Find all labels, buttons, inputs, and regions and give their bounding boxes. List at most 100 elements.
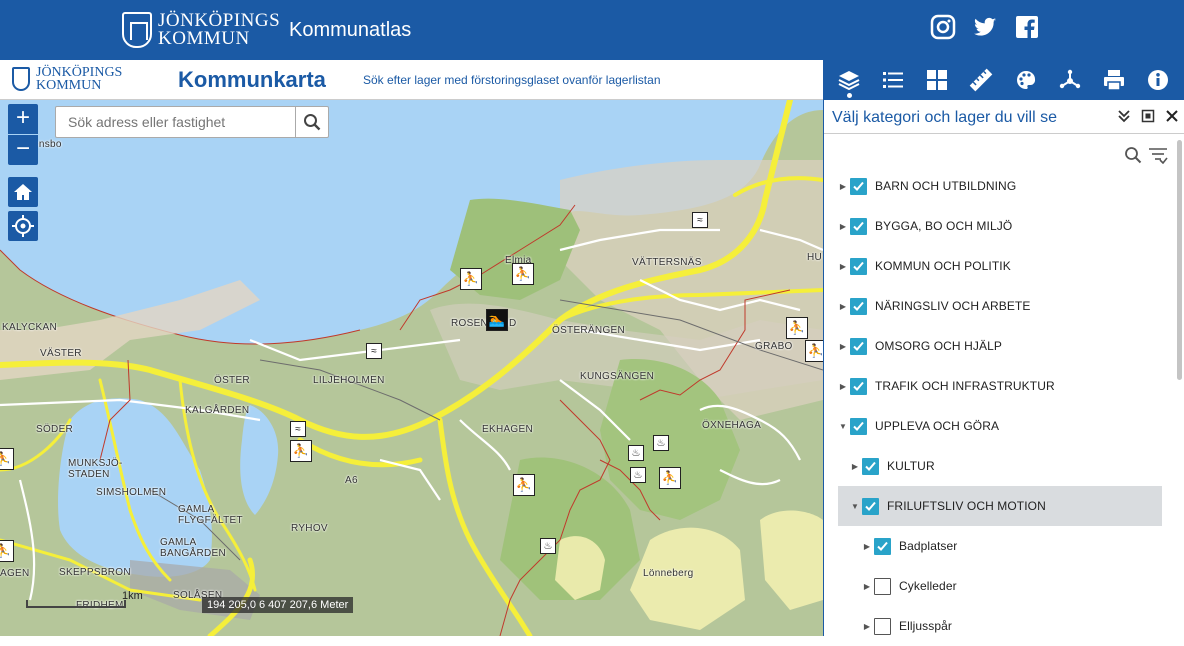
panel-controls	[1117, 109, 1179, 123]
sports-field-icon[interactable]: ⛹	[460, 268, 482, 290]
measure-ruler-icon[interactable]	[967, 65, 995, 95]
sports-field-icon[interactable]: ⛹	[512, 263, 534, 285]
layer-item[interactable]: ▶ BYGGA, BO OCH MILJÖ	[838, 206, 1162, 246]
panel-scrollbar[interactable]	[1177, 140, 1182, 380]
locate-button[interactable]	[8, 211, 38, 241]
search-hint: Sök efter lager med förstoringsglaset ov…	[363, 73, 661, 87]
map-label: HU	[807, 252, 823, 263]
layer-item[interactable]: ▶ OMSORG OCH HJÄLP	[838, 326, 1162, 366]
layer-checkbox[interactable]	[874, 537, 891, 555]
map-label: MUNKSJÖ-	[68, 458, 123, 469]
search-button[interactable]	[295, 107, 328, 137]
info-icon[interactable]	[1144, 65, 1172, 95]
layer-item[interactable]: ▶ Cykelleder	[838, 566, 1162, 606]
campfire-icon[interactable]: ♨	[653, 435, 669, 451]
layer-checkbox[interactable]	[850, 297, 867, 315]
small-logo-text: JÖNKÖPINGS KOMMUN	[36, 66, 122, 93]
layer-item[interactable]: ▶ NÄRINGSLIV OCH ARBETE	[838, 286, 1162, 326]
layer-checkbox[interactable]	[850, 177, 867, 195]
layer-item[interactable]: ▼ FRILUFTSLIV OCH MOTION	[838, 486, 1162, 526]
layer-checkbox[interactable]	[862, 457, 879, 475]
search-icon	[304, 114, 321, 131]
zoom-in-button[interactable]: +	[8, 104, 38, 134]
expand-right-icon[interactable]: ▶	[838, 382, 848, 391]
zoom-out-button[interactable]: −	[8, 135, 38, 165]
layer-item[interactable]: ▶ KULTUR	[838, 446, 1162, 486]
checkmark-icon	[853, 221, 864, 231]
palette-icon[interactable]	[1012, 65, 1040, 95]
crest-small-icon	[12, 67, 30, 91]
map-view[interactable]: ensbo KALYCKAN VÄSTER ÖSTER LILJEHOLMEN …	[0, 100, 823, 636]
layer-checkbox[interactable]	[850, 417, 867, 435]
layer-checkbox[interactable]	[874, 617, 891, 635]
layers-icon[interactable]	[835, 65, 863, 98]
campfire-icon[interactable]: ♨	[630, 467, 646, 483]
bathing-place-icon[interactable]: ≈	[692, 212, 708, 228]
layer-item[interactable]: ▶ BARN OCH UTBILDNING	[838, 166, 1162, 206]
map-label: LILJEHOLMEN	[313, 375, 385, 386]
twitter-icon[interactable]	[972, 14, 998, 40]
maximize-icon[interactable]	[1141, 109, 1155, 123]
sports-field-icon[interactable]: ⛹	[786, 317, 808, 339]
jonkoping-logo[interactable]: JÖNKÖPINGS KOMMUN	[122, 11, 280, 49]
layer-checkbox[interactable]	[862, 497, 879, 515]
expand-right-icon[interactable]: ▶	[862, 542, 872, 551]
map-label: SÖDER	[36, 424, 74, 435]
basemap-grid-icon[interactable]	[923, 65, 951, 95]
close-icon[interactable]	[1165, 109, 1179, 123]
expand-down-icon[interactable]: ▼	[850, 502, 860, 511]
instagram-icon[interactable]	[930, 14, 956, 40]
layer-checkbox[interactable]	[874, 577, 891, 595]
swimming-icon[interactable]: 🏊	[486, 309, 508, 331]
layer-checkbox[interactable]	[850, 217, 867, 235]
facebook-icon[interactable]	[1014, 14, 1040, 40]
map-label: GAMLA	[160, 537, 197, 548]
checkmark-icon	[853, 301, 864, 311]
legend-list-icon[interactable]	[879, 65, 907, 95]
expand-right-icon[interactable]: ▶	[838, 342, 848, 351]
map-label: EKHAGEN	[482, 424, 534, 435]
sports-field-icon[interactable]: ⛹	[513, 474, 535, 496]
map-label: VÄTTERSNÄS	[632, 257, 702, 268]
checkmark-icon	[877, 541, 888, 551]
sports-field-icon[interactable]: ⛹	[0, 540, 14, 562]
expand-right-icon[interactable]: ▶	[862, 622, 872, 631]
layer-checkbox[interactable]	[850, 337, 867, 355]
map-label: AGEN	[0, 568, 30, 579]
map-label: GRABO	[755, 341, 793, 352]
campfire-icon[interactable]: ♨	[628, 445, 644, 461]
sports-field-icon[interactable]: ⛹	[805, 340, 823, 362]
sports-field-icon[interactable]: ⛹	[290, 440, 312, 462]
collapse-icon[interactable]	[1117, 109, 1131, 123]
widget-toolbar	[823, 60, 1184, 100]
layer-item[interactable]: ▶ TRAFIK OCH INFRASTRUKTUR	[838, 366, 1162, 406]
campfire-icon[interactable]: ♨	[540, 538, 556, 554]
layer-item[interactable]: ▼ UPPLEVA OCH GÖRA	[838, 406, 1162, 446]
map-basemap	[0, 100, 823, 636]
expand-right-icon[interactable]: ▶	[838, 262, 848, 271]
logo-line2: KOMMUN	[158, 28, 250, 49]
expand-down-icon[interactable]: ▼	[838, 422, 848, 431]
layer-label: NÄRINGSLIV OCH ARBETE	[875, 299, 1031, 313]
jonkoping-small-logo[interactable]: JÖNKÖPINGS KOMMUN	[12, 66, 122, 93]
layer-item[interactable]: ▶ KOMMUN OCH POLITIK	[838, 246, 1162, 286]
layer-item[interactable]: ▶ Badplatser	[838, 526, 1162, 566]
layer-checkbox[interactable]	[850, 377, 867, 395]
expand-right-icon[interactable]: ▶	[838, 302, 848, 311]
bathing-place-icon[interactable]: ≈	[366, 343, 382, 359]
layer-item[interactable]: ▶ Elljusspår	[838, 606, 1162, 646]
expand-right-icon[interactable]: ▶	[862, 582, 872, 591]
bathing-place-icon[interactable]: ≈	[290, 421, 306, 437]
layer-checkbox[interactable]	[850, 257, 867, 275]
crosshair-icon	[12, 215, 34, 237]
sports-field-icon[interactable]: ⛹	[0, 448, 14, 470]
expand-right-icon[interactable]: ▶	[850, 462, 860, 471]
search-input[interactable]	[56, 107, 295, 137]
expand-right-icon[interactable]: ▶	[838, 222, 848, 231]
map-label: Lönneberg	[643, 568, 694, 579]
share-icon[interactable]	[1056, 65, 1084, 95]
home-button[interactable]	[8, 177, 38, 207]
print-icon[interactable]	[1100, 65, 1128, 95]
expand-right-icon[interactable]: ▶	[838, 182, 848, 191]
sports-field-icon[interactable]: ⛹	[659, 467, 681, 489]
